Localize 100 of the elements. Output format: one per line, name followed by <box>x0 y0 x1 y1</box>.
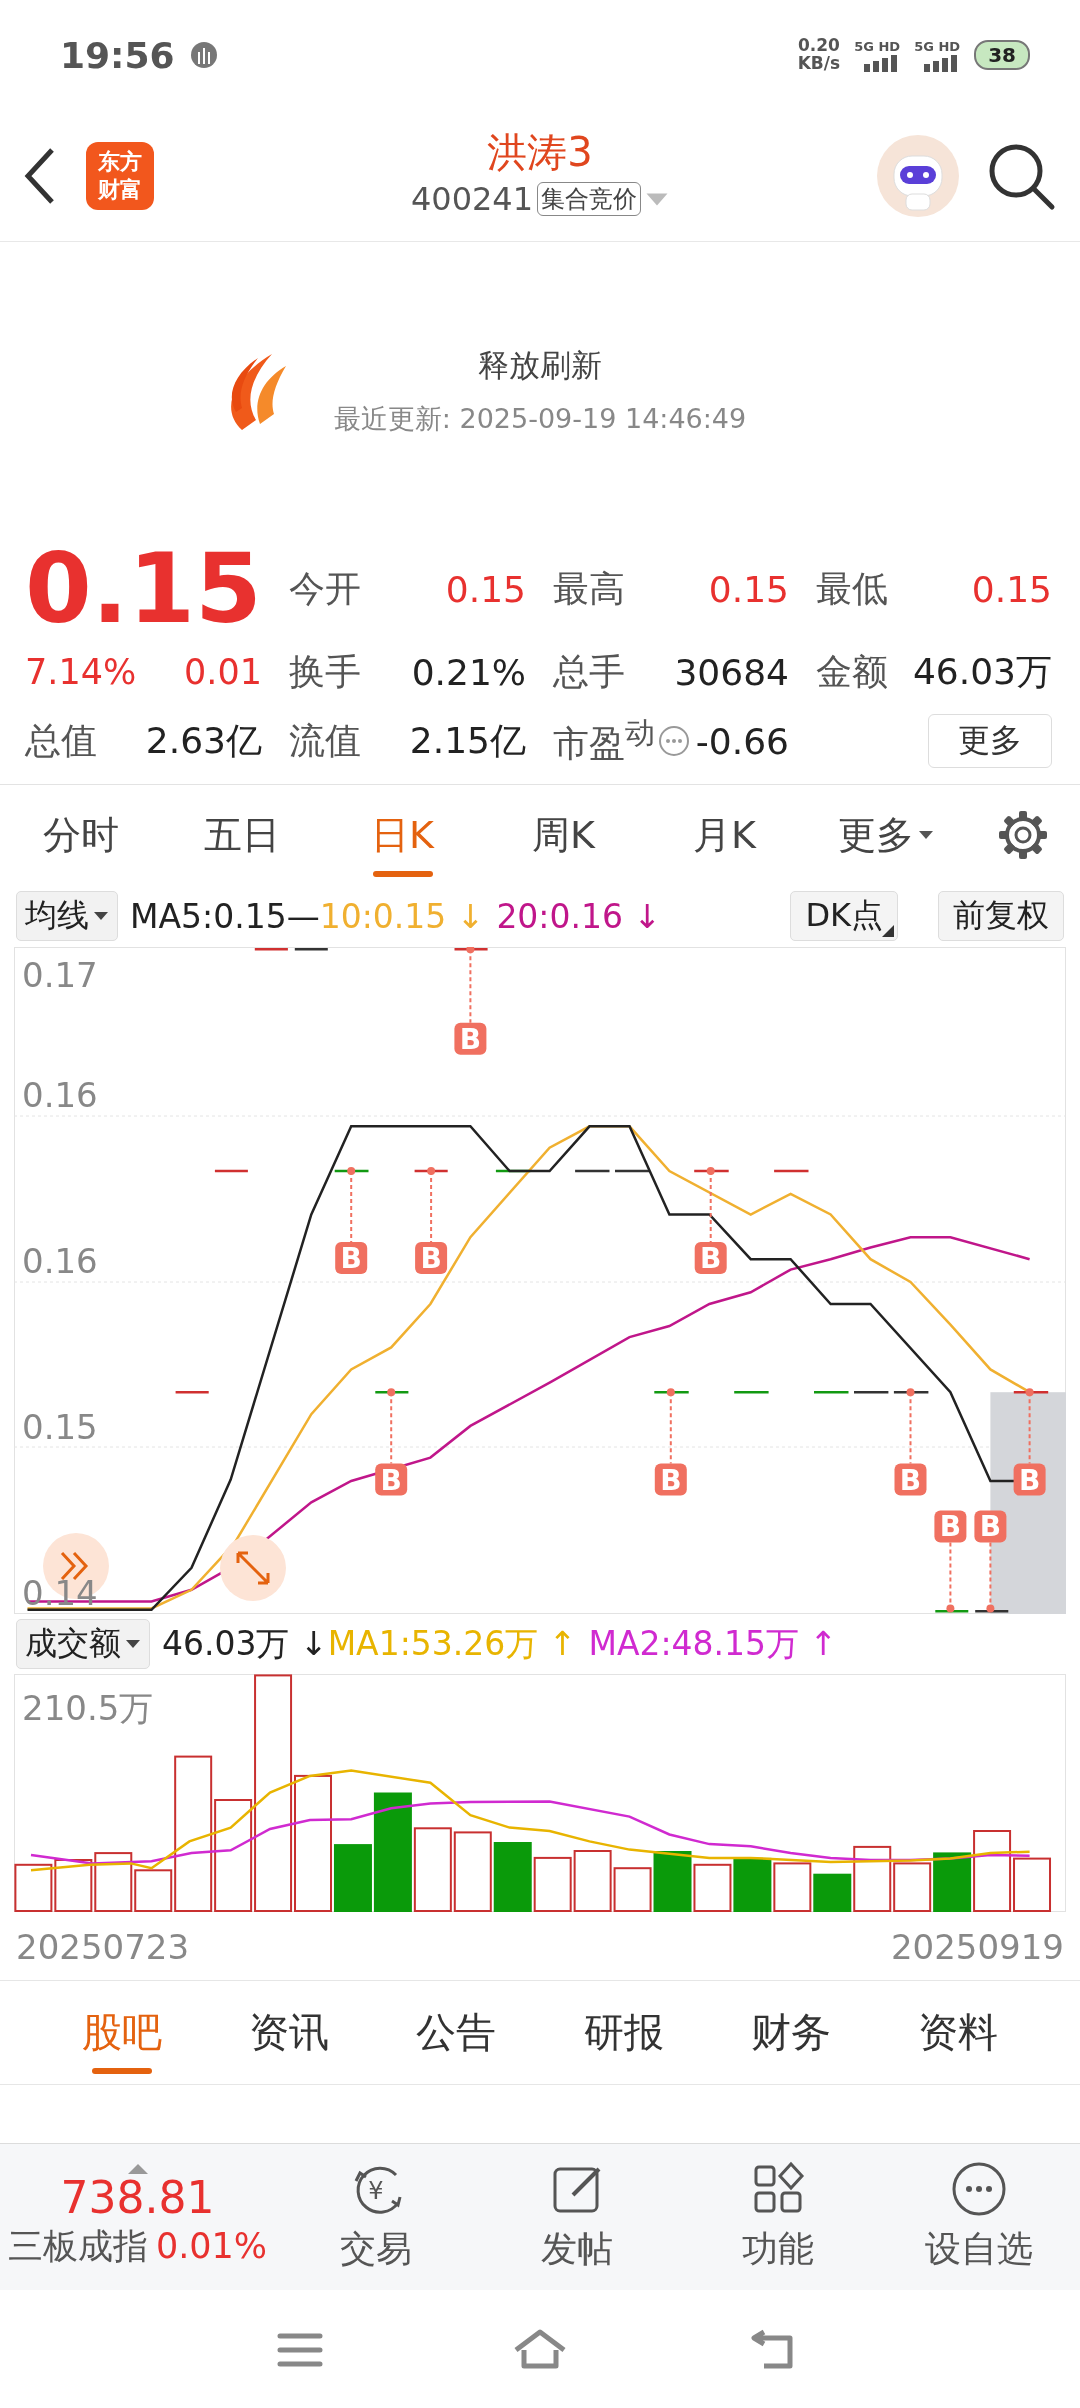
indicator-dropdown[interactable]: 均线 <box>16 891 118 941</box>
stat-value: -0.66 <box>695 720 789 762</box>
action-button[interactable]: 发帖 <box>476 2144 677 2290</box>
end-date: 20250919 <box>890 1927 1064 1967</box>
price-dash <box>615 1169 650 1173</box>
volume-bar <box>733 1857 772 1912</box>
index-value: 738.81 <box>60 2174 215 2223</box>
corner-icon <box>882 925 894 937</box>
content-tab[interactable]: 公告 <box>372 1981 540 2084</box>
stat-label: 流值 <box>289 718 361 763</box>
refresh-label: 释放刷新 <box>478 346 602 385</box>
status-tag: 集合竞价 <box>537 182 642 216</box>
price-dash <box>854 1390 889 1394</box>
volume-bar <box>94 1852 133 1912</box>
period-tab[interactable]: 五日 <box>161 785 322 885</box>
clock-time: 19:56 <box>60 34 175 76</box>
legend-value: 46.03万 ↓ <box>162 1622 328 1665</box>
price-dash <box>734 1390 769 1394</box>
volume-bar <box>14 1863 53 1912</box>
stat-value: 2.63亿 <box>145 718 262 763</box>
change-amount: 0.01 <box>184 652 262 692</box>
period-tab[interactable]: 分时 <box>0 785 161 885</box>
change-percent: 7.14% <box>25 652 137 692</box>
indicator-dropdown[interactable]: 成交额 <box>16 1619 150 1669</box>
dk-button[interactable]: DK点 <box>790 891 898 941</box>
price-dash <box>814 1390 849 1394</box>
axis-label: 0.16 <box>22 1241 98 1281</box>
action-button[interactable]: 功能 <box>677 2144 878 2290</box>
settings-icon <box>997 809 1049 861</box>
stat-label: 最低 <box>816 566 888 611</box>
battery-indicator: 38 <box>974 40 1030 70</box>
stat-label: 金额 <box>816 649 888 694</box>
period-tab[interactable]: 月K <box>644 785 805 885</box>
more-button[interactable]: 更多 <box>928 714 1052 768</box>
volume-bar <box>493 1842 532 1912</box>
price-dash <box>893 1390 929 1394</box>
price-dash <box>375 1390 409 1394</box>
volume-bar <box>893 1862 932 1912</box>
last-updated-text: 最近更新: 2025-09-19 14:46:49 <box>333 402 747 436</box>
action-button[interactable]: ¥ 交易 <box>275 2144 476 2290</box>
network-speed: 0.20 <box>797 37 840 55</box>
price-dash <box>1013 1390 1049 1394</box>
caret-up-icon <box>127 2164 148 2175</box>
content-tab[interactable]: 财务 <box>707 1981 875 2084</box>
stat-value: 0.21% <box>411 651 526 693</box>
volume-bar <box>54 1859 93 1912</box>
stat-value: 0.15 <box>445 568 526 610</box>
axis-label: 0.17 <box>22 955 98 995</box>
price-dash <box>414 1169 448 1173</box>
stock-code: 400241 <box>410 180 534 218</box>
robot-icon[interactable] <box>876 133 960 218</box>
content-tab[interactable]: 资讯 <box>205 1981 373 2084</box>
period-tab[interactable]: 周K <box>483 785 644 885</box>
price-dash <box>975 1609 1009 1613</box>
stat-value: 30684 <box>674 651 789 693</box>
content-tab[interactable]: 资料 <box>874 1981 1042 2084</box>
price-dash <box>654 1390 689 1394</box>
price-dash <box>214 1169 248 1173</box>
price-dash <box>694 1169 729 1173</box>
index-name: 三板成指 <box>7 2224 148 2268</box>
caret-icon <box>645 191 670 207</box>
price-dash <box>334 1169 369 1173</box>
stat-value: 0.15 <box>708 568 789 610</box>
legend-value: MA5:0.15— <box>130 896 320 936</box>
price-dash <box>294 948 328 951</box>
stat-label: 最高 <box>553 566 625 611</box>
axis-label: 0.16 <box>22 1075 98 1115</box>
period-tab[interactable]: 更多 <box>805 785 966 885</box>
network-label: 5G HD <box>914 38 961 54</box>
axis-label: 0.15 <box>22 1407 98 1447</box>
caret-icon <box>93 911 109 921</box>
stat-value: 2.15亿 <box>409 718 526 763</box>
price-dash <box>175 1390 209 1394</box>
stat-label: 总值 <box>25 718 97 763</box>
stat-label: 换手 <box>289 649 361 694</box>
index-change: 0.01% <box>155 2225 268 2266</box>
legend-value: MA2:48.15万 ↑ <box>588 1622 838 1665</box>
volume-bar <box>573 1850 612 1912</box>
price-dash <box>774 1169 809 1173</box>
legend-value: 10:0.15 ↓ <box>319 896 485 936</box>
stat-label: 今开 <box>289 566 361 611</box>
app-status-icon <box>188 40 219 70</box>
volume-bar <box>773 1862 812 1912</box>
adjust-button[interactable]: 前复权 <box>938 891 1064 941</box>
start-date: 20250723 <box>16 1927 190 1967</box>
expand-button[interactable] <box>220 1535 286 1601</box>
price-dash <box>454 948 488 951</box>
network-label: 5G HD <box>854 38 901 54</box>
stat-value: 0.15 <box>971 568 1052 610</box>
more-icon <box>950 2160 1007 2217</box>
more-icon <box>657 725 690 757</box>
legend-value: 20:0.16 ↓ <box>496 896 662 936</box>
volume-bar <box>933 1852 972 1912</box>
price-dash <box>254 948 288 951</box>
caret-icon <box>125 1639 141 1649</box>
stock-price: 0.15 <box>25 541 262 637</box>
volume-bar <box>533 1856 572 1912</box>
content-tab[interactable]: 研报 <box>540 1981 708 2084</box>
price-dash <box>575 1169 610 1173</box>
action-button[interactable]: 设自选 <box>878 2144 1079 2290</box>
